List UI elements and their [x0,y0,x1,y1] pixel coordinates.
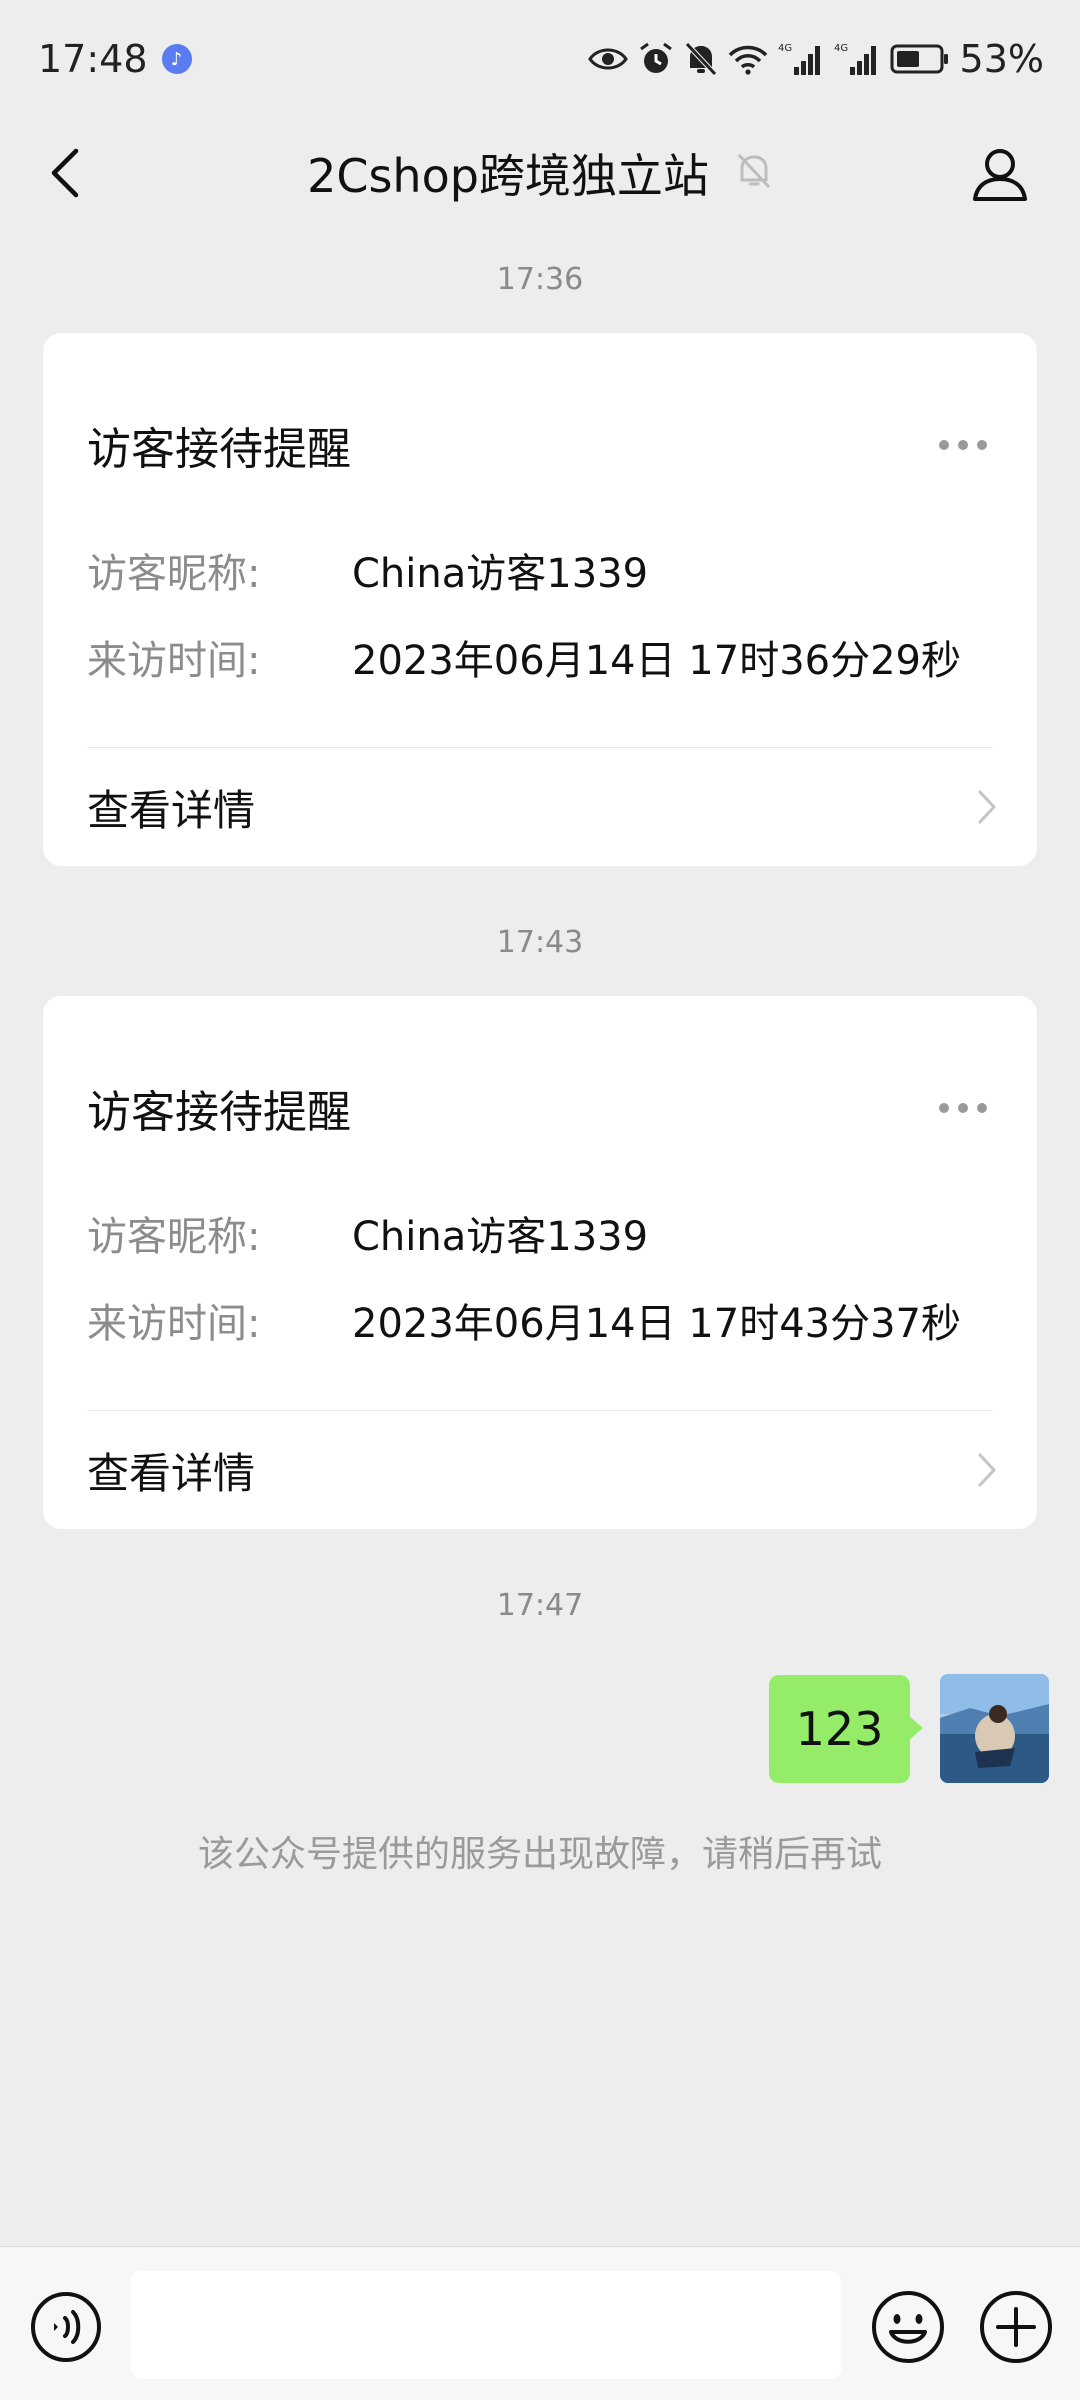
wifi-icon [728,43,768,75]
plus-icon [980,2291,1052,2363]
chat-screen: 17:48 ♪ 4G 4G 53% 2Cshop跨境独立站 17:36 访客接待… [0,0,1080,2400]
status-bar: 17:48 ♪ 4G 4G 53% [0,0,1080,118]
mute-bell-icon [684,41,718,77]
profile-button[interactable] [960,134,1040,214]
chat-title: 2Cshop跨境独立站 [307,149,709,203]
field-value: 2023年06月14日 17时43分37秒 [352,1301,962,1347]
field-label: 访客昵称: [87,551,261,597]
message-timestamp: 17:47 [496,1588,584,1623]
visit-time-field: 来访时间: 2023年06月14日 17时43分37秒 [87,1291,961,1349]
field-label: 来访时间: [87,638,261,684]
back-arrow-icon [51,148,79,198]
battery-percent: 53% [959,37,1044,81]
field-value: China访客1339 [352,1214,649,1260]
avatar[interactable] [940,1674,1049,1783]
emoji-icon [872,2291,944,2363]
field-label: 来访时间: [87,1301,261,1347]
chevron-right-icon [978,1453,996,1487]
network-label-1: 4G [778,43,792,54]
message-timestamp: 17:36 [496,262,584,297]
card-title: 访客接待提醒 [87,1087,351,1138]
more-icon[interactable] [933,434,993,456]
view-details-label: 查看详情 [87,785,256,835]
back-button[interactable] [30,138,100,208]
eye-icon [587,45,628,73]
field-value: China访客1339 [352,551,649,597]
visit-time-field: 来访时间: 2023年06月14日 17时36分29秒 [87,628,961,686]
visitor-nickname-field: 访客昵称: China访客1339 [87,1204,648,1262]
visitor-alert-card[interactable]: 访客接待提醒 访客昵称: China访客1339 来访时间: 2023年06月1… [43,996,1037,1529]
input-bar [0,2246,1080,2400]
field-label: 访客昵称: [87,1214,261,1260]
outgoing-message-bubble[interactable]: 123 [769,1675,910,1783]
field-value: 2023年06月14日 17时36分29秒 [352,638,962,684]
view-details-link[interactable]: 查看详情 [43,748,1037,866]
profile-icon [973,149,1027,201]
signal-icon: 4G [834,41,880,77]
alarm-icon [638,41,674,77]
voice-button[interactable] [28,2289,104,2365]
music-icon: ♪ [161,44,192,74]
more-actions-button[interactable] [976,2287,1056,2367]
system-notice: 该公众号提供的服务出现故障，请稍后再试 [197,1834,882,1875]
card-title: 访客接待提醒 [87,424,351,475]
message-timestamp: 17:43 [496,925,584,960]
emoji-button[interactable] [868,2287,948,2367]
battery-icon [890,43,950,75]
bubble-tail [909,1716,923,1740]
voice-icon [31,2292,101,2362]
network-label-2: 4G [834,43,848,54]
message-input[interactable] [131,2271,841,2379]
more-icon[interactable] [933,1097,993,1119]
view-details-link[interactable]: 查看详情 [43,1411,1037,1529]
status-time: 17:48 [38,37,148,81]
muted-bell-icon [735,151,773,195]
signal-icon: 4G [778,41,824,77]
nav-bar: 2Cshop跨境独立站 [0,118,1080,228]
visitor-nickname-field: 访客昵称: China访客1339 [87,541,648,599]
visitor-alert-card[interactable]: 访客接待提醒 访客昵称: China访客1339 来访时间: 2023年06月1… [43,333,1037,866]
view-details-label: 查看详情 [87,1448,256,1498]
chevron-right-icon [978,790,996,824]
